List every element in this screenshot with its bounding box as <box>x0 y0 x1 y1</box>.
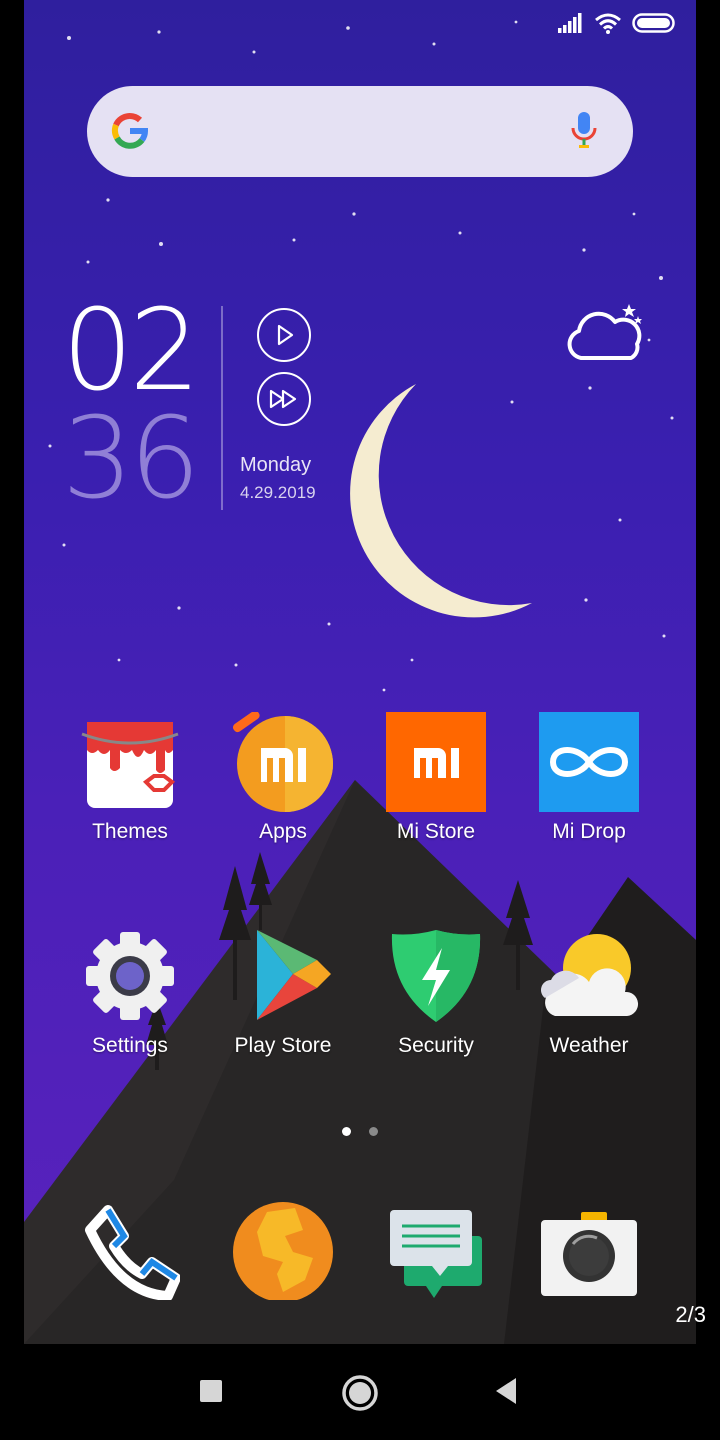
app-mi-store[interactable]: Mi Store <box>371 712 501 844</box>
page-dot-active[interactable] <box>342 1127 351 1136</box>
app-label-mi-store: Mi Store <box>396 820 476 843</box>
night-cloud-icon[interactable] <box>567 300 647 364</box>
messages-icon <box>386 1200 486 1300</box>
fast-forward-icon <box>269 389 297 409</box>
page-indicator: 2/3 <box>675 1302 706 1327</box>
google-logo-icon <box>111 113 149 149</box>
app-label-apps: Apps <box>259 820 307 843</box>
fast-forward-button[interactable] <box>257 372 311 426</box>
clock-minute[interactable]: 36 <box>62 403 201 515</box>
back-icon[interactable] <box>492 1374 520 1410</box>
app-play-store[interactable]: Play Store <box>218 926 348 1058</box>
dock-camera[interactable] <box>524 1200 654 1300</box>
google-search-bar[interactable] <box>87 86 633 177</box>
mi-drop-icon <box>539 712 639 812</box>
app-label-weather: Weather <box>549 1034 629 1057</box>
play-button[interactable] <box>257 308 311 362</box>
clock-day: Monday <box>240 454 312 476</box>
moon-shape <box>350 384 532 618</box>
home-icon[interactable] <box>340 1374 380 1414</box>
wifi-icon <box>595 13 621 34</box>
security-shield-icon <box>386 926 486 1026</box>
wallpaper <box>24 20 696 1344</box>
app-label-themes: Themes <box>92 820 168 843</box>
dock-browser[interactable] <box>218 1200 348 1302</box>
page-dot[interactable] <box>369 1127 378 1136</box>
browser-icon <box>233 1200 333 1302</box>
play-icon <box>277 324 294 346</box>
app-label-mi-drop: Mi Drop <box>552 820 626 843</box>
clock-date: 4.29.2019 <box>240 483 316 502</box>
apps-folder-icon <box>232 710 333 812</box>
app-label-security: Security <box>398 1034 474 1057</box>
app-label-play-store: Play Store <box>234 1034 332 1057</box>
app-label-settings: Settings <box>92 1034 168 1057</box>
clock-hour[interactable]: 02 <box>62 295 201 407</box>
navigation-bar <box>0 1344 720 1440</box>
mi-store-icon <box>386 712 486 812</box>
app-mi-drop[interactable]: Mi Drop <box>524 712 654 844</box>
app-apps[interactable]: Apps <box>218 710 348 844</box>
dock-messages[interactable] <box>371 1200 501 1300</box>
recents-icon[interactable] <box>198 1374 224 1410</box>
app-settings[interactable]: Settings <box>65 926 195 1058</box>
themes-icon <box>80 712 180 812</box>
play-store-icon <box>233 926 333 1026</box>
signal-icon <box>558 13 582 33</box>
battery-icon <box>632 13 675 33</box>
weather-sun-cloud-icon <box>539 926 639 1026</box>
microphone-icon[interactable] <box>569 110 599 152</box>
settings-gear-icon <box>80 926 180 1026</box>
app-themes[interactable]: Themes <box>65 712 195 844</box>
camera-icon <box>539 1200 639 1300</box>
clock-divider <box>221 306 223 510</box>
phone-icon <box>80 1200 181 1301</box>
status-bar <box>558 10 676 36</box>
app-security[interactable]: Security <box>371 926 501 1058</box>
app-weather[interactable]: Weather <box>524 926 654 1058</box>
dock-phone[interactable] <box>65 1200 195 1301</box>
home-screen: 02 36 Monday 4.29.2019 Themes Apps Mi St… <box>24 0 696 1344</box>
